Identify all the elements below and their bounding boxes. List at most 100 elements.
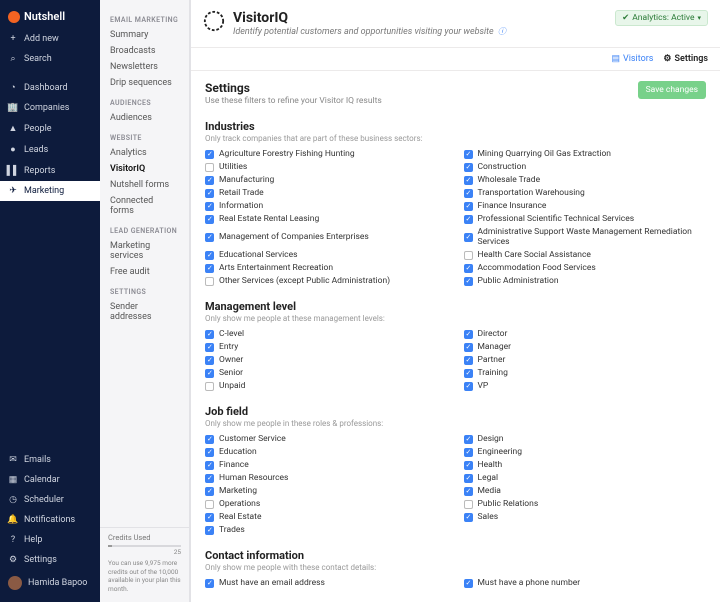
midbar-item-broadcasts[interactable]: Broadcasts: [100, 43, 189, 59]
checkbox-row[interactable]: Design: [464, 434, 707, 444]
checkbox-icon[interactable]: [464, 215, 473, 224]
save-button[interactable]: Save changes: [638, 81, 706, 99]
checkbox-row[interactable]: Sales: [464, 512, 707, 522]
midbar-item-connected-forms[interactable]: Connected forms: [100, 193, 189, 219]
checkbox-icon[interactable]: [464, 233, 473, 242]
checkbox-icon[interactable]: [464, 356, 473, 365]
checkbox-row[interactable]: Educational Services: [205, 250, 448, 260]
sidebar-item-emails[interactable]: ✉Emails: [0, 450, 100, 470]
sidebar-item-calendar[interactable]: ▦Calendar: [0, 470, 100, 490]
tab-settings[interactable]: ⚙ Settings: [663, 54, 708, 64]
checkbox-icon[interactable]: [205, 487, 214, 496]
checkbox-row[interactable]: Manager: [464, 342, 707, 352]
checkbox-icon[interactable]: [205, 369, 214, 378]
brand[interactable]: Nutshell: [0, 6, 100, 29]
checkbox-row[interactable]: Marketing: [205, 486, 448, 496]
sidebar-item-settings[interactable]: ⚙Settings: [0, 550, 100, 570]
checkbox-icon[interactable]: [205, 215, 214, 224]
midbar-item-visitoriq[interactable]: VisitorIQ: [100, 161, 189, 177]
checkbox-row[interactable]: Arts Entertainment Recreation: [205, 263, 448, 273]
checkbox-row[interactable]: Transportation Warehousing: [464, 188, 707, 198]
checkbox-icon[interactable]: [205, 277, 214, 286]
checkbox-icon[interactable]: [464, 382, 473, 391]
checkbox-row[interactable]: Media: [464, 486, 707, 496]
checkbox-icon[interactable]: [205, 251, 214, 260]
checkbox-row[interactable]: Construction: [464, 162, 707, 172]
checkbox-icon[interactable]: [205, 461, 214, 470]
checkbox-row[interactable]: Real Estate: [205, 512, 448, 522]
checkbox-icon[interactable]: [205, 500, 214, 509]
checkbox-row[interactable]: Public Administration: [464, 276, 707, 286]
checkbox-icon[interactable]: [205, 513, 214, 522]
checkbox-icon[interactable]: [205, 382, 214, 391]
info-icon[interactable]: ⓘ: [498, 27, 506, 36]
tab-visitors[interactable]: ▤ Visitors: [611, 54, 653, 64]
checkbox-icon[interactable]: [205, 435, 214, 444]
checkbox-row[interactable]: Engineering: [464, 447, 707, 457]
checkbox-icon[interactable]: [464, 474, 473, 483]
checkbox-icon[interactable]: [205, 343, 214, 352]
checkbox-icon[interactable]: [464, 513, 473, 522]
checkbox-row[interactable]: C-level: [205, 329, 448, 339]
checkbox-row[interactable]: Administrative Support Waste Management …: [464, 227, 707, 247]
checkbox-row[interactable]: Real Estate Rental Leasing: [205, 214, 448, 224]
checkbox-row[interactable]: Finance Insurance: [464, 201, 707, 211]
checkbox-icon[interactable]: [205, 330, 214, 339]
sidebar-item-marketing[interactable]: ✈Marketing: [0, 181, 100, 201]
checkbox-row[interactable]: Health Care Social Assistance: [464, 250, 707, 260]
checkbox-row[interactable]: Must have a phone number: [464, 578, 707, 588]
checkbox-icon[interactable]: [464, 343, 473, 352]
checkbox-icon[interactable]: [205, 233, 214, 242]
checkbox-row[interactable]: Information: [205, 201, 448, 211]
checkbox-icon[interactable]: [205, 448, 214, 457]
checkbox-row[interactable]: Management of Companies Enterprises: [205, 227, 448, 247]
checkbox-icon[interactable]: [464, 176, 473, 185]
checkbox-icon[interactable]: [205, 356, 214, 365]
midbar-item-audiences[interactable]: Audiences: [100, 110, 189, 126]
checkbox-row[interactable]: Training: [464, 368, 707, 378]
user-menu[interactable]: Hamida Bapoo: [0, 570, 100, 596]
checkbox-icon[interactable]: [464, 369, 473, 378]
midbar-item-free-audit[interactable]: Free audit: [100, 264, 189, 280]
checkbox-row[interactable]: Wholesale Trade: [464, 175, 707, 185]
checkbox-row[interactable]: Customer Service: [205, 434, 448, 444]
checkbox-row[interactable]: Operations: [205, 499, 448, 509]
midbar-item-newsletters[interactable]: Newsletters: [100, 59, 189, 75]
checkbox-icon[interactable]: [464, 189, 473, 198]
checkbox-row[interactable]: Health: [464, 460, 707, 470]
checkbox-icon[interactable]: [464, 579, 473, 588]
sidebar-item-reports[interactable]: ▌▌Reports: [0, 160, 100, 181]
analytics-status-badge[interactable]: ✔ Analytics: Active: [615, 10, 708, 26]
checkbox-icon[interactable]: [464, 448, 473, 457]
checkbox-icon[interactable]: [464, 150, 473, 159]
checkbox-row[interactable]: Unpaid: [205, 381, 448, 391]
checkbox-row[interactable]: Legal: [464, 473, 707, 483]
sidebar-item-companies[interactable]: 🏢Companies: [0, 98, 100, 118]
checkbox-row[interactable]: Finance: [205, 460, 448, 470]
checkbox-row[interactable]: Must have an email address: [205, 578, 448, 588]
checkbox-row[interactable]: Trades: [205, 525, 448, 535]
midbar-item-nutshell-forms[interactable]: Nutshell forms: [100, 177, 189, 193]
checkbox-icon[interactable]: [205, 150, 214, 159]
checkbox-icon[interactable]: [464, 264, 473, 273]
checkbox-row[interactable]: Mining Quarrying Oil Gas Extraction: [464, 149, 707, 159]
checkbox-row[interactable]: Education: [205, 447, 448, 457]
checkbox-icon[interactable]: [205, 264, 214, 273]
checkbox-icon[interactable]: [205, 189, 214, 198]
checkbox-row[interactable]: VP: [464, 381, 707, 391]
sidebar-item-scheduler[interactable]: ◷Scheduler: [0, 490, 100, 510]
checkbox-row[interactable]: Senior: [205, 368, 448, 378]
checkbox-row[interactable]: Entry: [205, 342, 448, 352]
checkbox-row[interactable]: Other Services (except Public Administra…: [205, 276, 448, 286]
checkbox-icon[interactable]: [464, 330, 473, 339]
add-new-button[interactable]: + Add new: [0, 29, 100, 49]
midbar-item-analytics[interactable]: Analytics: [100, 145, 189, 161]
checkbox-icon[interactable]: [205, 474, 214, 483]
checkbox-row[interactable]: Utilities: [205, 162, 448, 172]
midbar-item-sender-addresses[interactable]: Sender addresses: [100, 299, 189, 325]
sidebar-item-dashboard[interactable]: ◔Dashboard: [0, 77, 100, 98]
sidebar-item-help[interactable]: ?Help: [0, 530, 100, 550]
checkbox-row[interactable]: Accommodation Food Services: [464, 263, 707, 273]
checkbox-icon[interactable]: [205, 579, 214, 588]
checkbox-icon[interactable]: [464, 487, 473, 496]
